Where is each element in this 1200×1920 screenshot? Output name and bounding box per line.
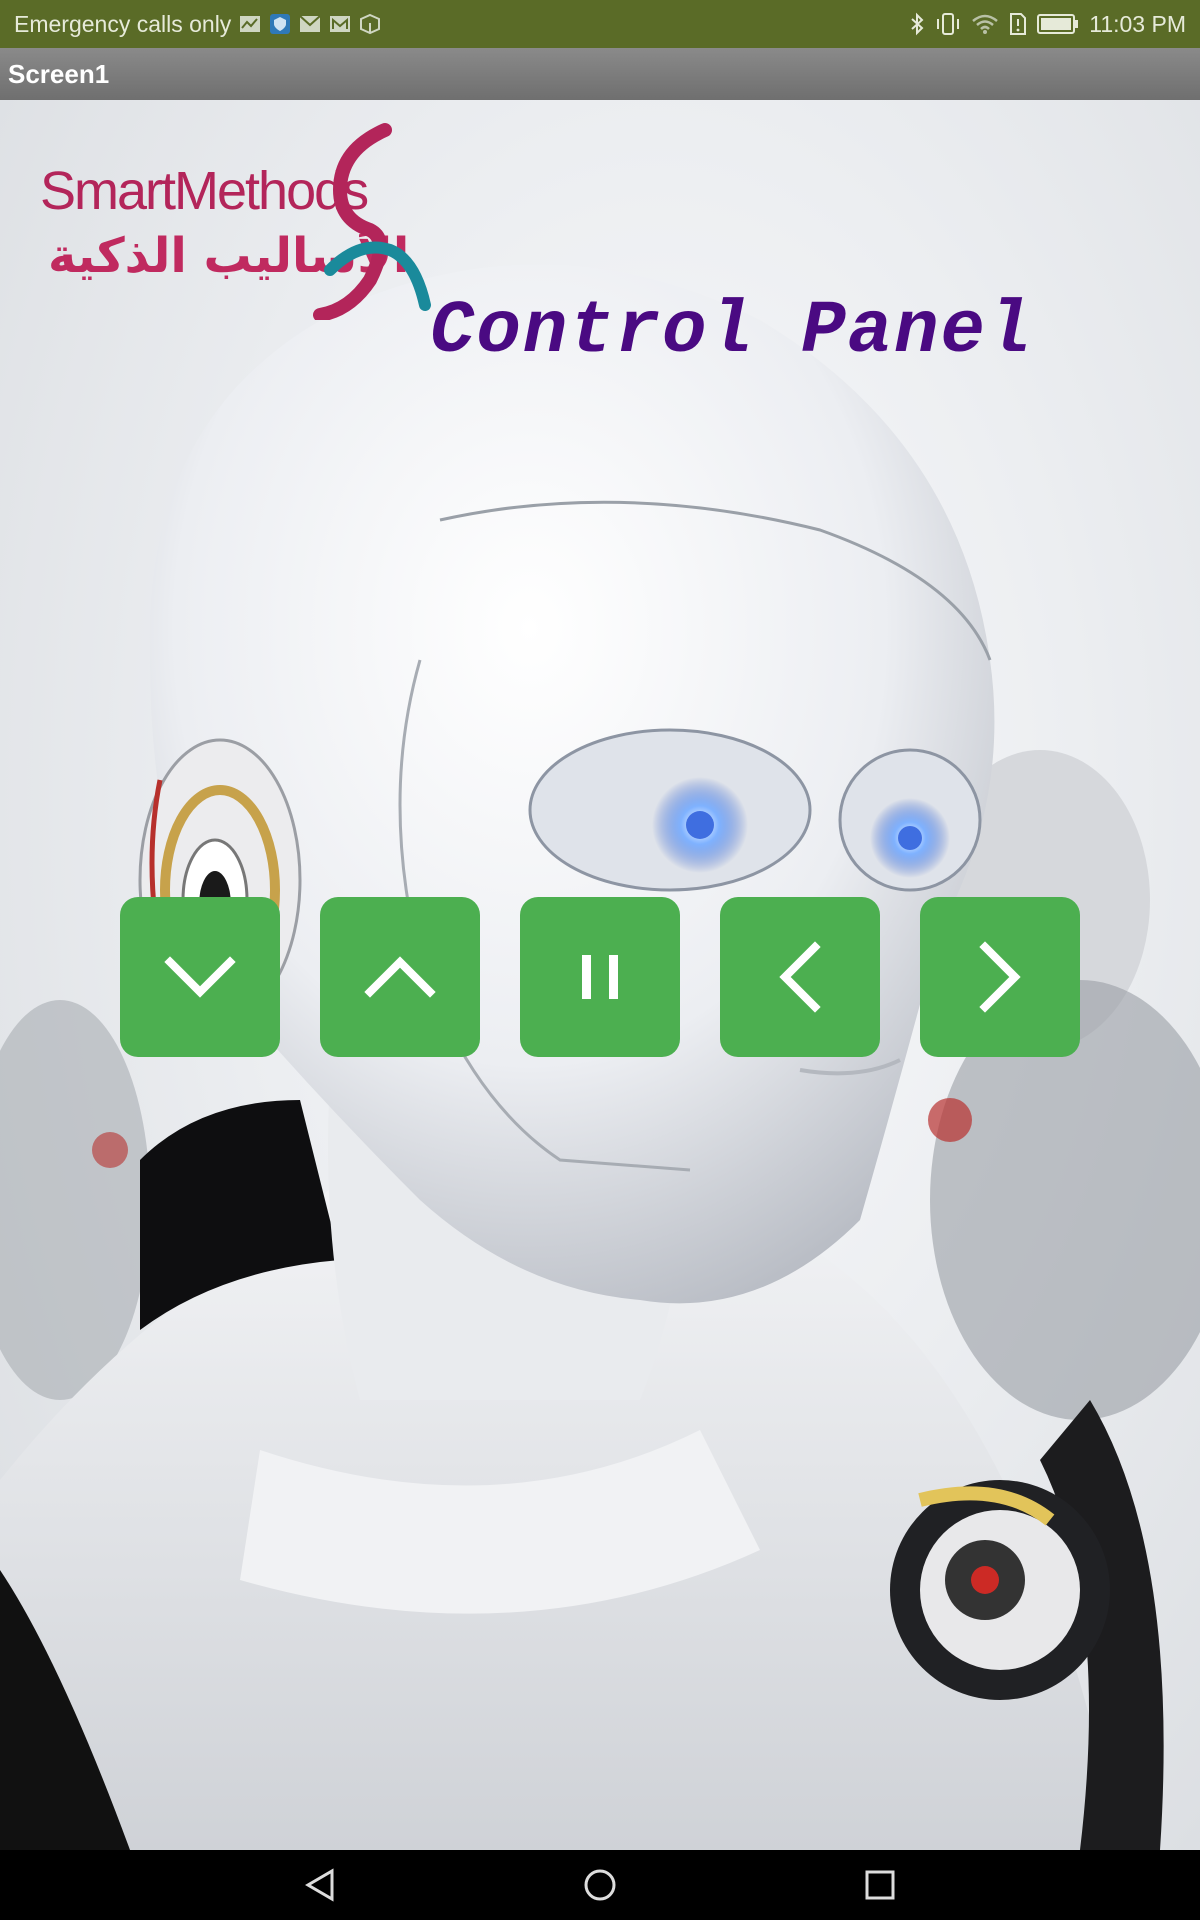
wifi-icon — [971, 13, 999, 35]
main-screen: SmartMethods الأساليب الذكية Control Pan… — [0, 100, 1200, 1850]
battery-icon — [1037, 13, 1079, 35]
status-right: 11:03 PM — [909, 11, 1186, 38]
pause-icon — [582, 955, 618, 999]
chevron-up-icon — [364, 956, 436, 998]
box-icon — [359, 13, 381, 35]
left-button[interactable] — [720, 897, 880, 1057]
home-icon — [584, 1869, 616, 1901]
shield-icon — [269, 13, 291, 35]
status-left: Emergency calls only — [14, 11, 381, 38]
recents-button[interactable] — [855, 1860, 905, 1910]
chevron-left-icon — [779, 941, 821, 1013]
back-button[interactable] — [295, 1860, 345, 1910]
activity-icon — [239, 14, 261, 34]
carrier-text: Emergency calls only — [14, 10, 232, 37]
down-button[interactable] — [120, 897, 280, 1057]
chevron-right-icon — [979, 941, 1021, 1013]
title-bar: Screen1 — [0, 48, 1200, 100]
control-buttons-row — [120, 897, 1080, 1057]
logo-mark-icon — [313, 123, 431, 320]
up-button[interactable] — [320, 897, 480, 1057]
smartmethods-logo: SmartMethods الأساليب الذكية — [30, 120, 431, 320]
gmail-icon — [329, 15, 351, 33]
mail-icon — [299, 15, 321, 33]
right-button[interactable] — [920, 897, 1080, 1057]
status-bar: Emergency calls only 11:03 PM — [0, 0, 1200, 48]
back-icon — [305, 1868, 334, 1902]
screen-title: Screen1 — [8, 58, 110, 89]
navigation-bar — [0, 1850, 1200, 1920]
control-panel-title: Control Panel — [430, 290, 1034, 374]
recents-icon — [865, 1870, 895, 1900]
clock: 11:03 PM — [1089, 10, 1186, 37]
vibrate-icon — [935, 12, 961, 36]
home-button[interactable] — [575, 1860, 625, 1910]
pause-button[interactable] — [520, 897, 680, 1057]
sim-alert-icon — [1009, 12, 1027, 36]
bluetooth-icon — [909, 12, 925, 36]
chevron-down-icon — [164, 956, 236, 998]
